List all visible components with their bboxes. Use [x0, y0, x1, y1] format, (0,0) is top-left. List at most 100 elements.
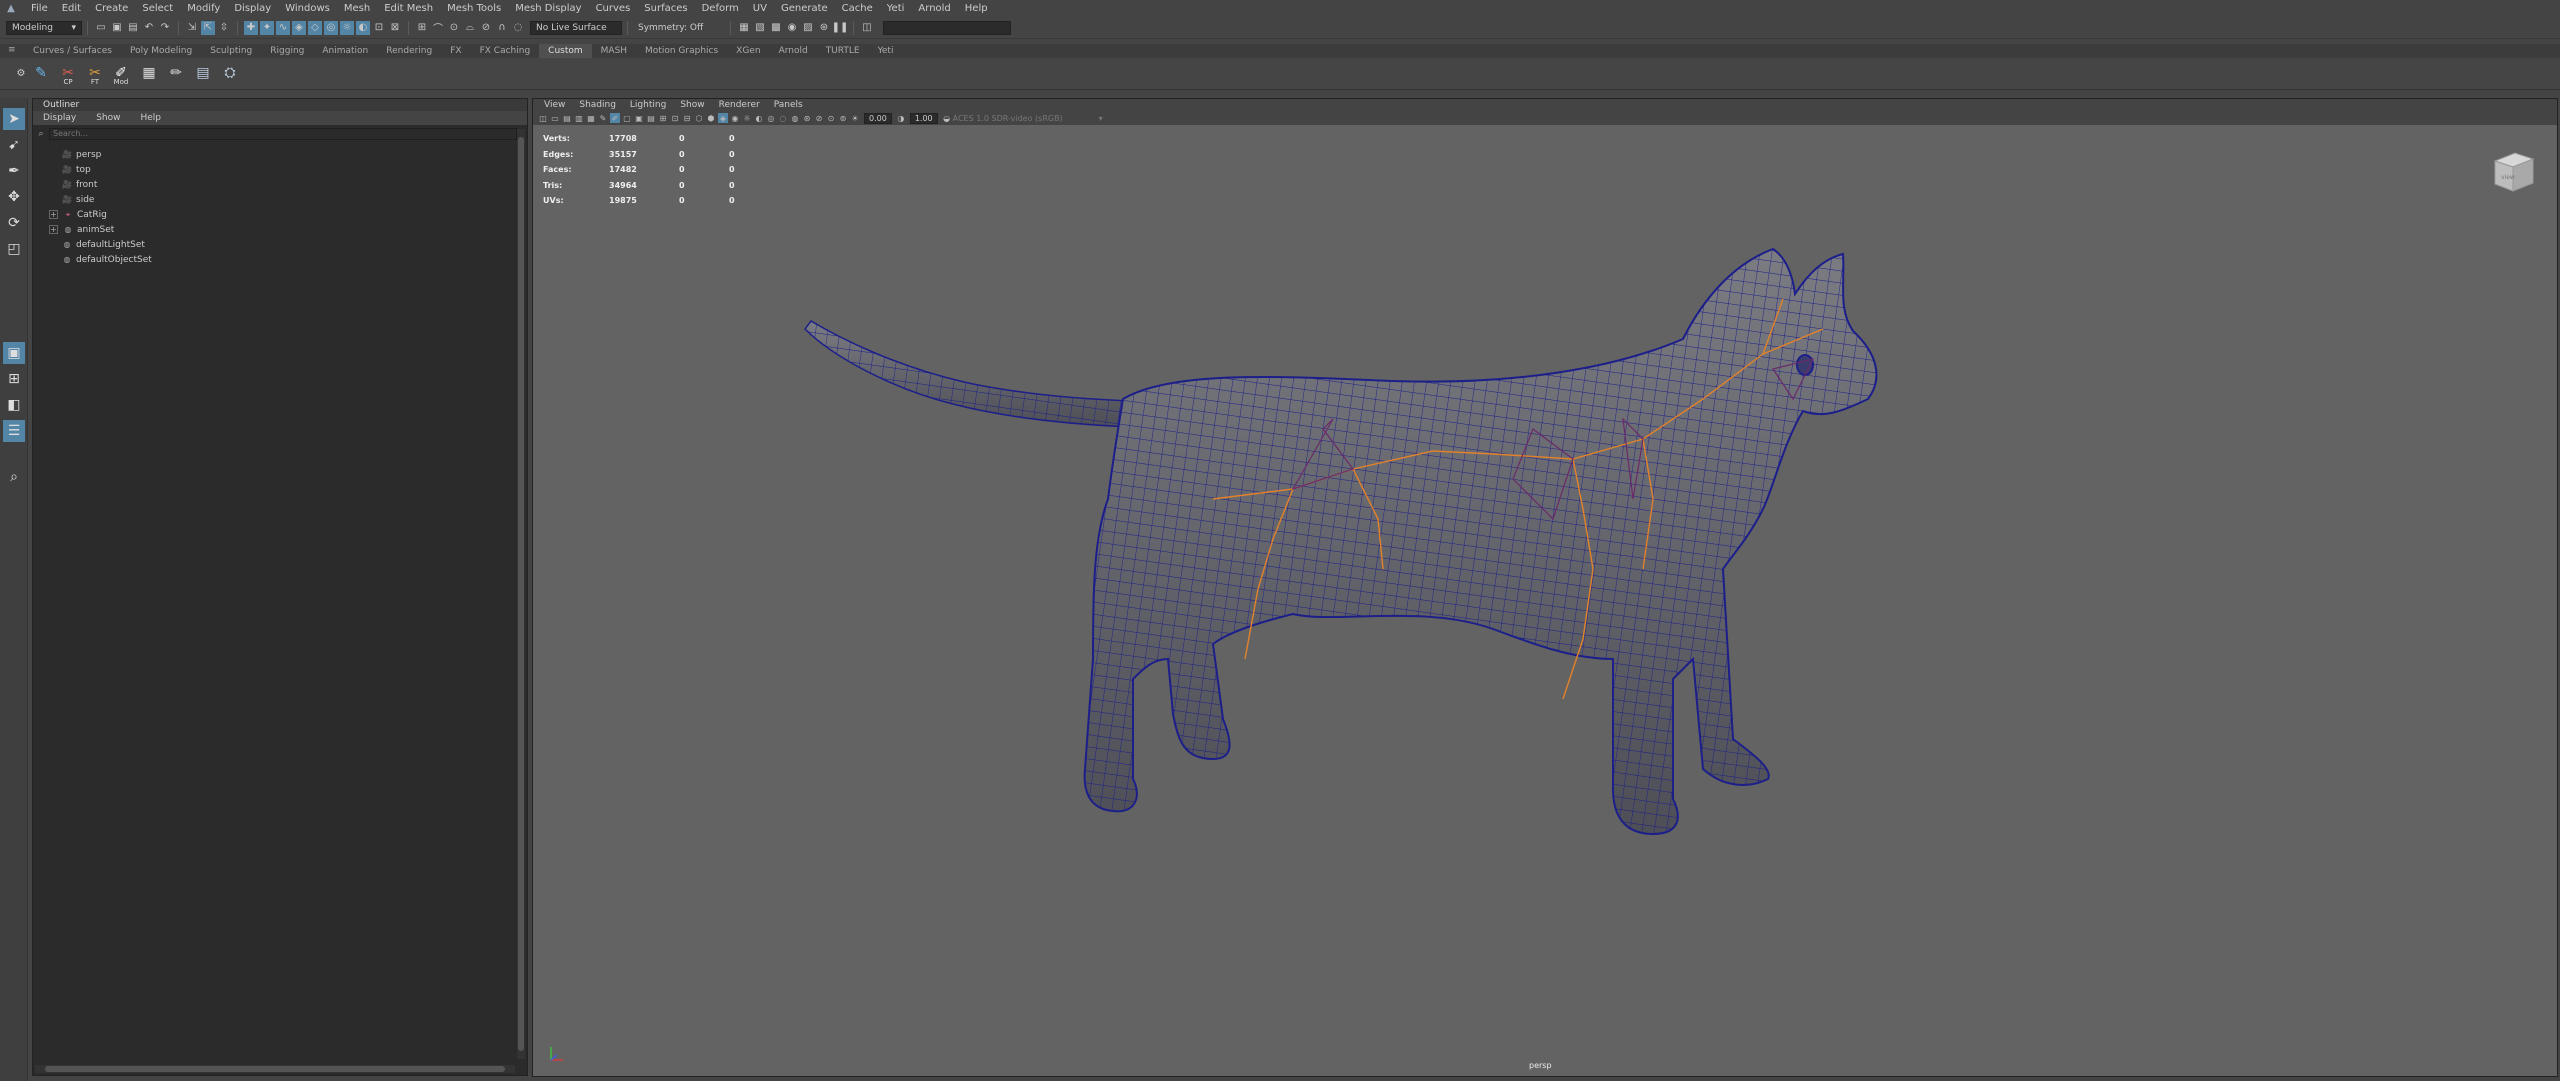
menu-generate[interactable]: Generate — [774, 3, 835, 14]
live-icon[interactable]: ◌ — [511, 21, 525, 35]
select-tool-icon[interactable]: ➤ — [3, 108, 25, 130]
scrollbar-thumb[interactable] — [45, 1066, 505, 1072]
menu-display[interactable]: Display — [227, 3, 278, 14]
cat-model-wireframe[interactable] — [533, 99, 2559, 1078]
outliner-menu-show[interactable]: Show — [86, 113, 130, 123]
live-surface-field[interactable]: No Live Surface — [530, 20, 622, 35]
menu-windows[interactable]: Windows — [278, 3, 337, 14]
new-scene-icon[interactable]: ▭ — [94, 21, 108, 35]
render-view-icon[interactable]: ▧ — [753, 21, 767, 35]
symmetry-dropdown[interactable]: Symmetry: Off — [633, 21, 725, 35]
magnet-icon[interactable]: ∩ — [495, 21, 509, 35]
menu-mesh-display[interactable]: Mesh Display — [508, 3, 588, 14]
mask-deformers-icon[interactable]: ◇ — [308, 20, 322, 35]
menu-mesh[interactable]: Mesh — [337, 3, 377, 14]
snap-curve-icon[interactable]: ⌒ — [431, 21, 445, 35]
tab-motion-graphics[interactable]: Motion Graphics — [636, 44, 727, 58]
menu-arnold[interactable]: Arnold — [911, 3, 957, 14]
snap-view-plane-icon[interactable]: ⌓ — [463, 21, 477, 35]
tab-animation[interactable]: Animation — [313, 44, 377, 58]
menu-deform[interactable]: Deform — [695, 3, 746, 14]
outliner-horizontal-scrollbar[interactable] — [35, 1065, 515, 1073]
menu-edit[interactable]: Edit — [55, 3, 88, 14]
shelf-button-cp[interactable]: ✂ CP — [57, 62, 79, 86]
render-current-icon[interactable]: ▩ — [769, 21, 783, 35]
single-perspective-layout-icon[interactable]: ▣ — [3, 342, 25, 364]
paint-select-tool-icon[interactable]: ✒ — [3, 160, 25, 182]
scrollbar-thumb[interactable] — [518, 137, 524, 1051]
tab-yeti[interactable]: Yeti — [869, 44, 903, 58]
outliner-item-animset[interactable]: + ◍ animSet — [49, 222, 114, 237]
tab-mash[interactable]: MASH — [592, 44, 636, 58]
outliner-layout-icon[interactable]: ☰ — [3, 420, 25, 442]
mask-render-icon[interactable]: ☼ — [340, 20, 354, 35]
redo-icon[interactable]: ↷ — [158, 21, 172, 35]
menu-help[interactable]: Help — [958, 3, 995, 14]
tab-custom[interactable]: Custom — [539, 44, 592, 58]
menuset-dropdown[interactable]: Modeling ▾ — [6, 20, 82, 35]
tab-turtle[interactable]: TURTLE — [817, 44, 869, 58]
view-cube[interactable]: view — [2489, 151, 2535, 195]
outliner-item-defaultobjectset[interactable]: ◍ defaultObjectSet — [61, 252, 152, 267]
ipr-render-icon[interactable]: ◉ — [785, 21, 799, 35]
brush-icon[interactable]: ✎ — [30, 62, 52, 84]
outliner-item-persp[interactable]: 🎥 persp — [61, 147, 101, 162]
pause-icon[interactable]: ❚❚ — [832, 21, 849, 35]
viewport-panel[interactable]: View Shading Lighting Show Renderer Pane… — [532, 98, 2558, 1077]
select-component-icon[interactable]: ⇳ — [217, 21, 231, 35]
outliner-menu-display[interactable]: Display — [33, 113, 86, 123]
snap-point-icon[interactable]: ⊙ — [447, 21, 461, 35]
select-hierarchy-icon[interactable]: ⇲ — [185, 21, 199, 35]
menu-edit-mesh[interactable]: Edit Mesh — [377, 3, 440, 14]
mask-handles-icon[interactable]: ✚ — [244, 20, 258, 35]
tab-xgen[interactable]: XGen — [727, 44, 769, 58]
outliner-search-input[interactable]: Search... — [49, 128, 517, 140]
outliner-item-catrig[interactable]: + ⌖ CatRig — [49, 207, 107, 222]
undo-icon[interactable]: ↶ — [142, 21, 156, 35]
tab-poly-modeling[interactable]: Poly Modeling — [121, 44, 201, 58]
scale-tool-icon[interactable]: ◰ — [3, 238, 25, 260]
outliner-vertical-scrollbar[interactable] — [517, 129, 525, 1059]
outliner-item-defaultlightset[interactable]: ◍ defaultLightSet — [61, 237, 145, 252]
tab-fx[interactable]: FX — [441, 44, 470, 58]
menu-create[interactable]: Create — [88, 3, 135, 14]
menu-uv[interactable]: UV — [746, 3, 774, 14]
mask-curves-icon[interactable]: ∿ — [276, 20, 290, 35]
snap-live-icon[interactable]: ⊘ — [479, 21, 493, 35]
tab-curves-surfaces[interactable]: Curves / Surfaces — [24, 44, 121, 58]
toggle-panel-icon[interactable]: ◫ — [860, 21, 874, 35]
select-object-icon[interactable]: ⇱ — [201, 20, 215, 35]
menu-mesh-tools[interactable]: Mesh Tools — [440, 3, 508, 14]
menu-cache[interactable]: Cache — [835, 3, 880, 14]
mask-surfaces-icon[interactable]: ◈ — [292, 20, 306, 35]
mask-joints-icon[interactable]: ✦ — [260, 20, 274, 35]
render-settings-icon[interactable]: ▨ — [801, 21, 815, 35]
tab-rendering[interactable]: Rendering — [377, 44, 441, 58]
save-scene-icon[interactable]: ▤ — [126, 21, 140, 35]
paint-weights-icon[interactable]: ✏ — [165, 62, 187, 84]
move-tool-icon[interactable]: ✥ — [3, 186, 25, 208]
outliner-menu-help[interactable]: Help — [130, 113, 171, 123]
menu-select[interactable]: Select — [135, 3, 180, 14]
quick-search-field[interactable] — [883, 20, 1011, 35]
tab-rigging[interactable]: Rigging — [261, 44, 313, 58]
search-options-icon[interactable]: ⌕ — [33, 129, 49, 139]
outliner-item-side[interactable]: 🎥 side — [61, 192, 94, 207]
mask-dynamics-icon[interactable]: ◎ — [324, 20, 338, 35]
shelf-button-ft[interactable]: ✂ FT — [84, 62, 106, 86]
shelf-options-icon[interactable]: ≡ — [8, 45, 16, 55]
grid-icon[interactable]: ▦ — [138, 62, 160, 84]
mask-misc-icon[interactable]: ◐ — [356, 20, 370, 35]
rotate-tool-icon[interactable]: ⟳ — [3, 212, 25, 234]
highlight-selection-icon[interactable]: ⊠ — [388, 21, 402, 35]
menu-surfaces[interactable]: Surfaces — [637, 3, 694, 14]
snap-grid-icon[interactable]: ⊞ — [415, 21, 429, 35]
expand-icon[interactable]: + — [49, 225, 58, 234]
four-view-layout-icon[interactable]: ⊞ — [3, 368, 25, 390]
tab-sculpting[interactable]: Sculpting — [201, 44, 261, 58]
magnify-icon[interactable]: ⌕ — [3, 466, 25, 488]
menu-file[interactable]: File — [24, 3, 55, 14]
hypershade-icon[interactable]: ⊛ — [817, 21, 831, 35]
menu-modify[interactable]: Modify — [180, 3, 227, 14]
tab-fx-caching[interactable]: FX Caching — [471, 44, 540, 58]
